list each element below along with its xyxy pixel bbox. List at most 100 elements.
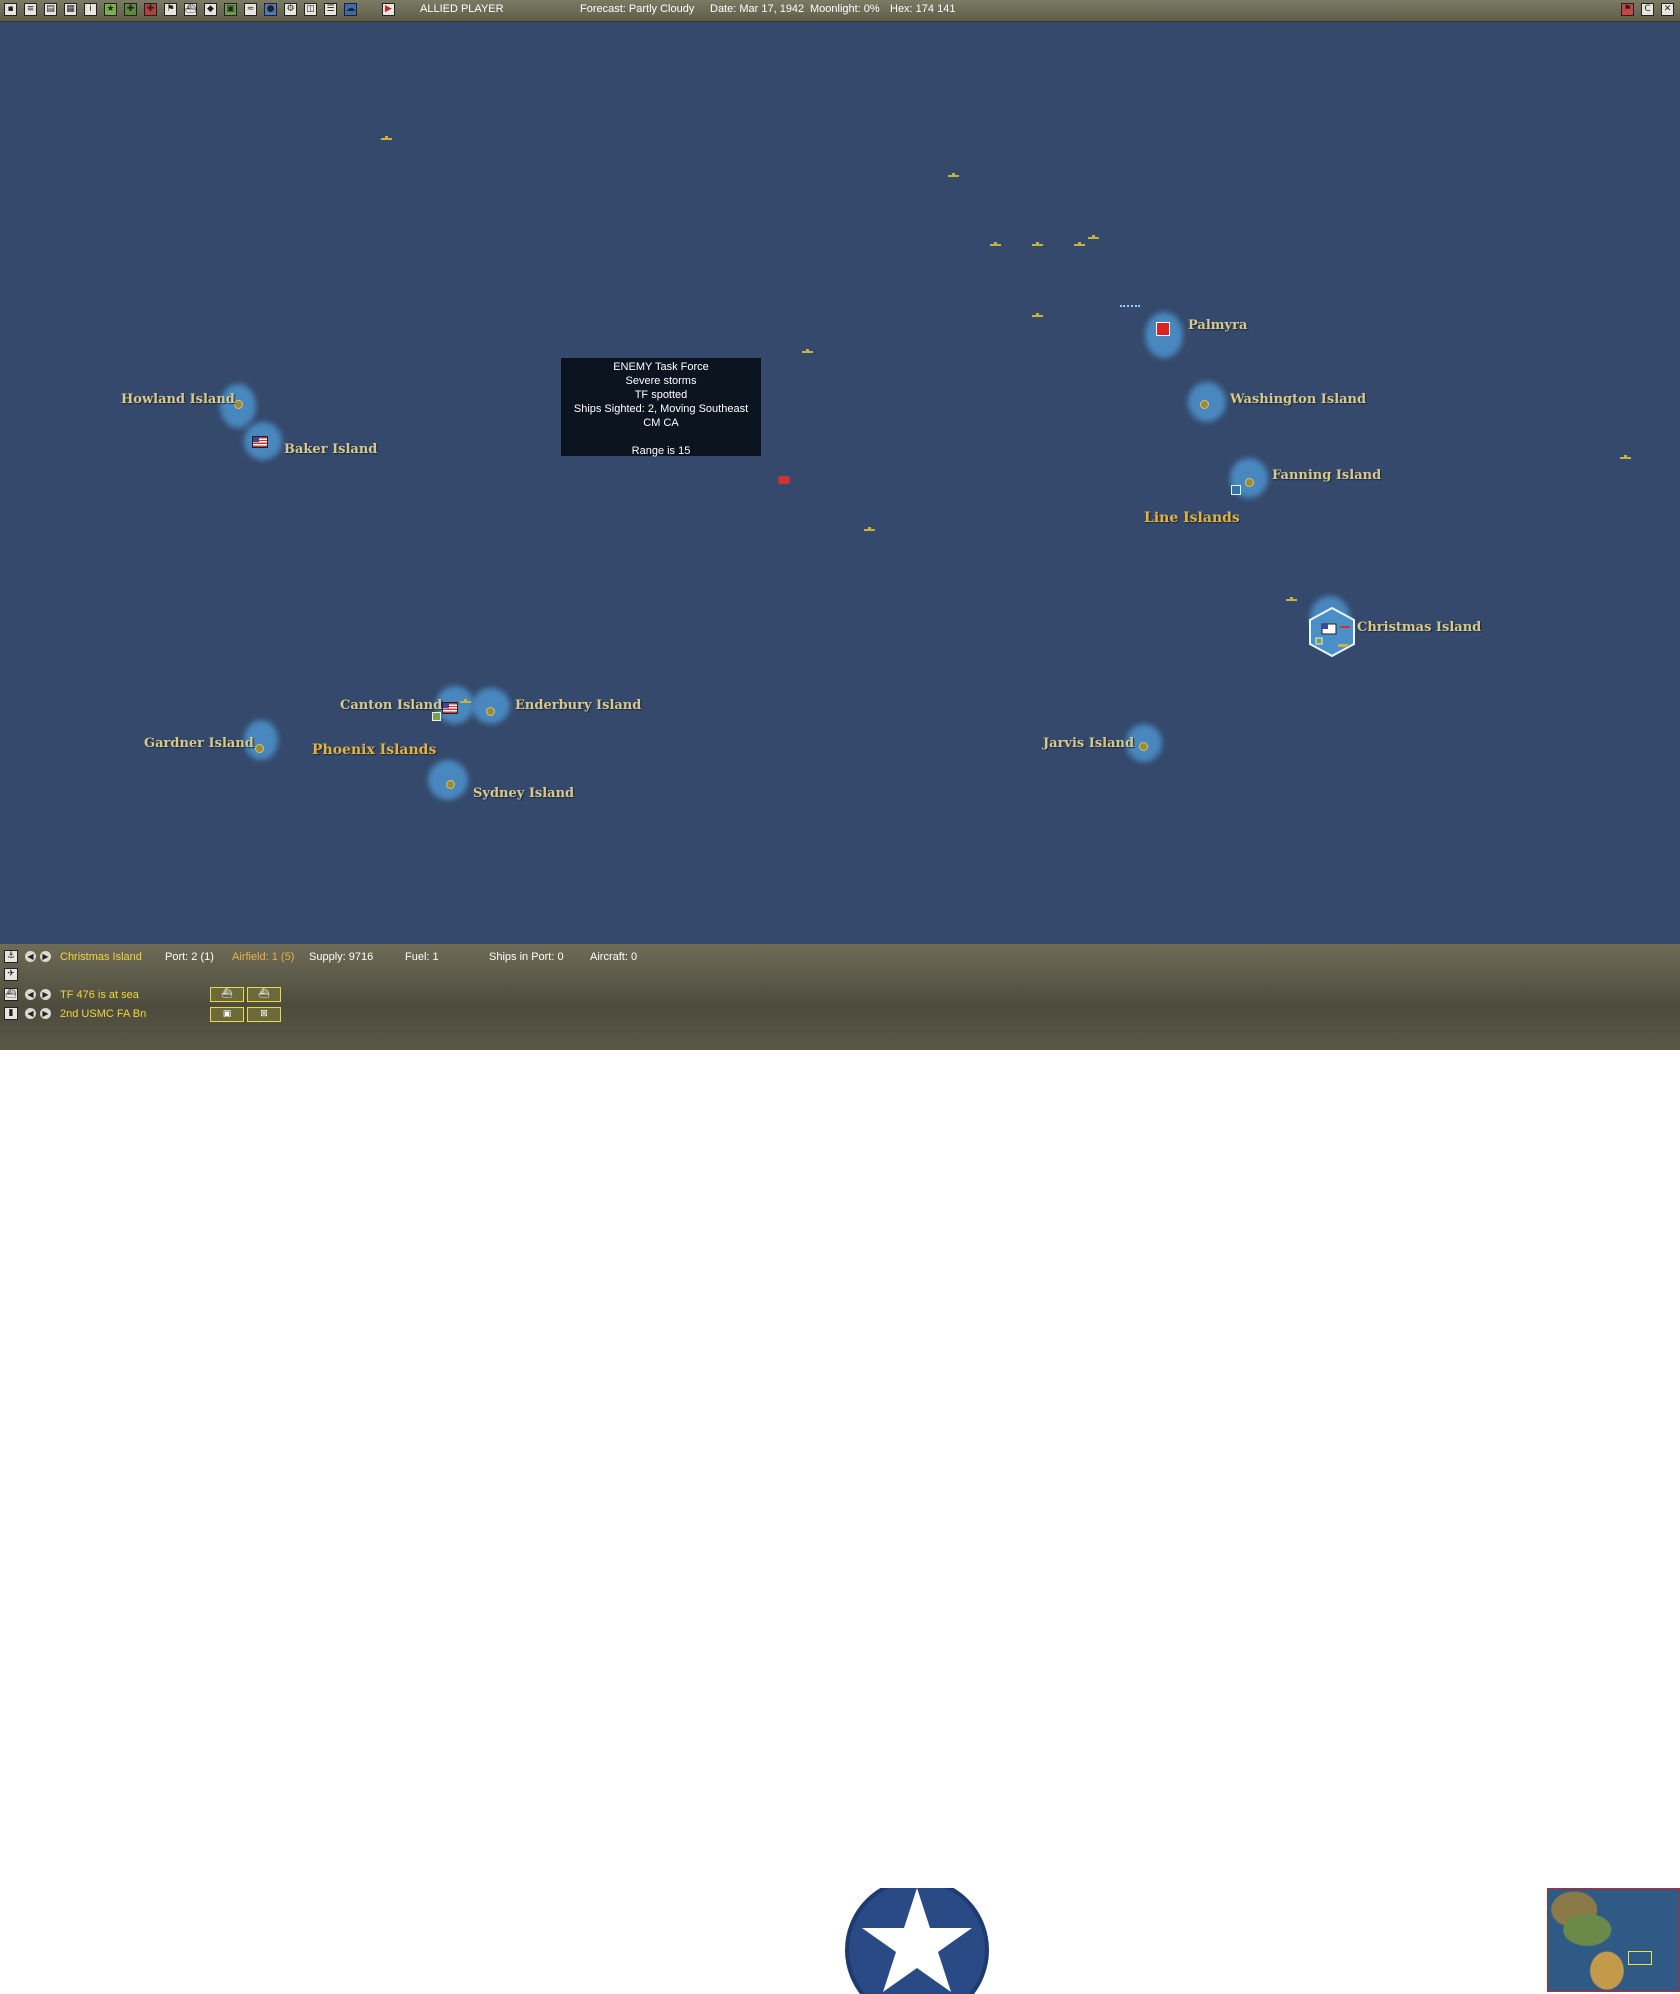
player-label: ALLIED PLAYER xyxy=(420,3,504,15)
ship-icon[interactable] xyxy=(1032,241,1043,246)
convoy-icon[interactable]: ≈ xyxy=(244,3,257,16)
ship-button[interactable]: ⛴ xyxy=(210,987,244,1002)
island-label[interactable]: Palmyra xyxy=(1188,318,1247,333)
tooltip-line: CM CA xyxy=(643,417,679,429)
ship-icon[interactable] xyxy=(381,135,392,140)
enemy-base-icon[interactable] xyxy=(1156,322,1170,336)
island-label[interactable]: Gardner Island xyxy=(144,736,254,751)
ship-icon[interactable] xyxy=(1620,454,1631,459)
ship-icon[interactable] xyxy=(1088,234,1099,239)
ship-icon[interactable] xyxy=(864,526,875,531)
infantry-unit-button[interactable]: ⊠ xyxy=(247,1007,281,1022)
ground-unit-button[interactable]: ▣ xyxy=(210,1007,244,1022)
unit-link[interactable]: 2nd USMC FA Bn xyxy=(60,1008,146,1020)
base-marker[interactable] xyxy=(234,400,243,409)
filter-icon[interactable]: ⚑ xyxy=(1621,3,1634,16)
date-label: Date: Mar 17, 1942 xyxy=(710,3,805,15)
next-arrow-icon[interactable]: ▶ xyxy=(40,989,51,1000)
previous-arrow-icon[interactable]: ◀ xyxy=(25,989,36,1000)
next-arrow-icon[interactable]: ▶ xyxy=(40,951,51,962)
unit-marker-icon[interactable] xyxy=(1231,485,1241,495)
fuel-value: Fuel: 1 xyxy=(405,951,439,963)
base-marker[interactable] xyxy=(1245,478,1254,487)
ground-unit-icon[interactable]: ◆ xyxy=(204,3,217,16)
close-icon[interactable]: ✕ xyxy=(1661,3,1674,16)
us-flag-icon[interactable] xyxy=(252,436,268,448)
status-bar: ⚓ ✈ ⛴ ▮ ◀ ▶ ◀ ▶ ◀ ▶ Christmas Island Por… xyxy=(0,944,1680,1994)
allied-star-emblem xyxy=(845,1888,989,1994)
us-flag-icon[interactable] xyxy=(442,702,458,714)
map-icon[interactable]: ▣ xyxy=(224,3,237,16)
tooltip-line: ENEMY Task Force xyxy=(613,361,709,373)
ship-icon[interactable] xyxy=(990,241,1001,246)
reef-shape xyxy=(472,688,510,724)
base-marker[interactable] xyxy=(486,707,495,716)
region-label: Line Islands xyxy=(1144,510,1240,526)
info-icon[interactable]: i xyxy=(84,3,97,16)
ship-button[interactable]: ⛴ xyxy=(247,987,281,1002)
minimap[interactable] xyxy=(1547,1888,1680,1992)
ship-icon[interactable] xyxy=(1032,312,1043,317)
ship-icon[interactable] xyxy=(460,698,471,703)
top-toolbar: ▪ ≡ ▤ ▦ i ★ ✚ ✚ ⚑ ⛴ ◆ ▣ ≈ ● ⚙ ◫ ☰ ☁ ▶ AL… xyxy=(0,0,1680,22)
island-label[interactable]: Christmas Island xyxy=(1357,620,1481,635)
weather-icon[interactable]: ☁ xyxy=(344,3,357,16)
island-label[interactable]: Howland Island xyxy=(121,392,235,407)
region-label: Phoenix Islands xyxy=(312,742,437,758)
base-marker[interactable] xyxy=(446,780,455,789)
red-cross-icon[interactable]: ✚ xyxy=(144,3,157,16)
forecast-label: Forecast: Partly Cloudy xyxy=(580,3,695,15)
base-marker[interactable] xyxy=(1200,400,1209,409)
selected-hex[interactable] xyxy=(1308,606,1356,658)
base-name-link[interactable]: Christmas Island xyxy=(60,951,142,963)
save-icon[interactable]: ▪ xyxy=(4,3,17,16)
aircraft-icon[interactable]: ✈ xyxy=(4,968,18,981)
globe-icon[interactable]: ● xyxy=(264,3,277,16)
ship-icon[interactable] xyxy=(802,348,813,353)
star-icon[interactable]: ★ xyxy=(104,3,117,16)
hex-label: Hex: 174 141 xyxy=(890,3,956,15)
previous-arrow-icon[interactable]: ◀ xyxy=(25,1008,36,1019)
task-force-tooltip: ENEMY Task Force Severe storms TF spotte… xyxy=(561,358,761,457)
print-icon[interactable]: ▦ xyxy=(64,3,77,16)
base-marker[interactable] xyxy=(255,744,264,753)
tooltip-line: TF spotted xyxy=(634,389,688,401)
task-force-icon[interactable]: ⛴ xyxy=(4,988,18,1001)
list-icon[interactable]: ☰ xyxy=(324,3,337,16)
enemy-task-force-icon[interactable] xyxy=(778,476,790,484)
flag-icon[interactable]: ⚑ xyxy=(164,3,177,16)
port-value: Port: 2 (1) xyxy=(165,951,214,963)
ship-icon[interactable] xyxy=(1286,596,1297,601)
ship-icon[interactable] xyxy=(1074,241,1085,246)
minimap-viewport[interactable] xyxy=(1628,1951,1652,1965)
ship-icon[interactable]: ⛴ xyxy=(184,3,197,16)
tooltip-line: Range is 15 xyxy=(631,445,691,457)
moonlight-label: Moonlight: 0% xyxy=(810,3,880,15)
ground-unit-icon[interactable]: ▮ xyxy=(4,1007,18,1020)
tooltip-line: Severe storms xyxy=(625,375,697,387)
island-label[interactable]: Enderbury Island xyxy=(515,698,641,713)
base-marker[interactable] xyxy=(1139,742,1148,751)
ships-in-port-value: Ships in Port: 0 xyxy=(489,951,564,963)
aircraft-icon[interactable]: ✚ xyxy=(124,3,137,16)
unit-marker-icon[interactable] xyxy=(432,712,441,721)
ship-icon[interactable] xyxy=(948,172,959,177)
anchor-icon[interactable]: ⚓ xyxy=(4,950,18,963)
order-of-battle-icon[interactable]: ◫ xyxy=(304,3,317,16)
center-icon[interactable]: C xyxy=(1641,3,1654,16)
aircraft-value: Aircraft: 0 xyxy=(590,951,638,963)
island-label[interactable]: Fanning Island xyxy=(1272,468,1381,483)
island-label[interactable]: Washington Island xyxy=(1230,392,1366,407)
settings-icon[interactable]: ⚙ xyxy=(284,3,297,16)
end-turn-icon[interactable]: ▶ xyxy=(382,3,395,16)
task-force-link[interactable]: TF 476 is at sea xyxy=(60,989,139,1001)
island-label[interactable]: Canton Island xyxy=(340,698,442,713)
next-arrow-icon[interactable]: ▶ xyxy=(40,1008,51,1019)
document-icon[interactable]: ≡ xyxy=(24,3,37,16)
island-label[interactable]: Sydney Island xyxy=(473,786,574,801)
ocean-map[interactable]: Howland Island Baker Island Palmyra Wash… xyxy=(0,22,1680,944)
report-icon[interactable]: ▤ xyxy=(44,3,57,16)
previous-arrow-icon[interactable]: ◀ xyxy=(25,951,36,962)
island-label[interactable]: Jarvis Island xyxy=(1043,736,1134,751)
island-label[interactable]: Baker Island xyxy=(284,442,377,457)
